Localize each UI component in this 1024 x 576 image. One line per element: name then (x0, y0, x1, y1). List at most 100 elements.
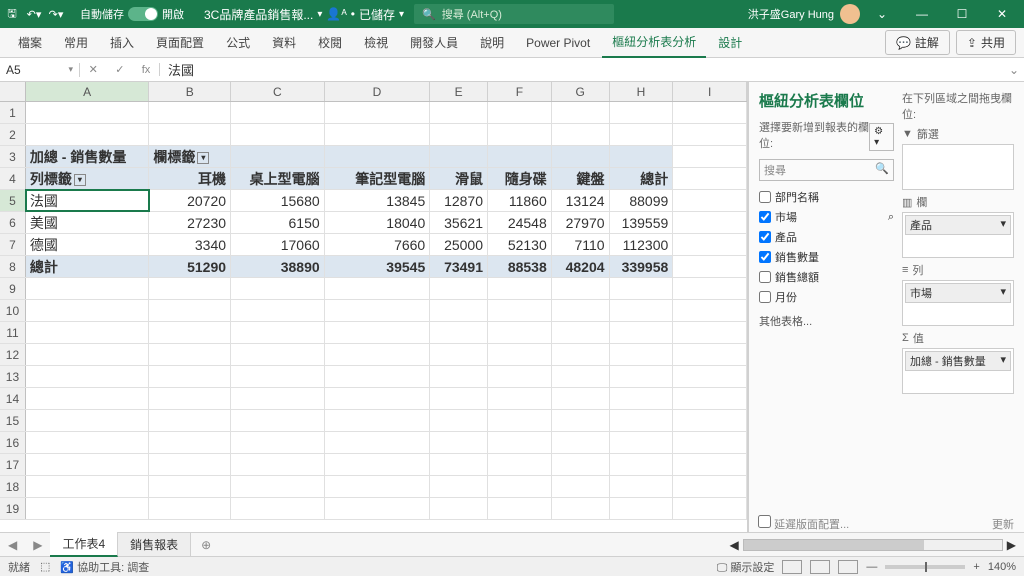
spreadsheet-grid[interactable]: 1 2 3 加總 - 銷售數量 欄標籤▾ 4 列標籤▾ 耳機 桌上型電腦 筆記型… (0, 102, 747, 520)
tab-file[interactable]: 檔案 (8, 28, 52, 57)
cell[interactable]: 88538 (488, 256, 552, 277)
cell[interactable]: 6150 (231, 212, 325, 233)
tab-layout[interactable]: 頁面配置 (146, 28, 214, 57)
other-tables-link[interactable]: 其他表格... (759, 313, 894, 329)
zone-chip[interactable]: 加總 - 銷售數量▾ (905, 351, 1011, 371)
cell[interactable]: 139559 (610, 212, 674, 233)
autosave-toggle[interactable]: 自動儲存 開啟 (80, 6, 184, 22)
cell[interactable]: 加總 - 銷售數量 (26, 146, 149, 167)
col-header[interactable]: A (26, 82, 150, 101)
cell[interactable]: 52130 (488, 234, 552, 255)
tab-pivot-analyze[interactable]: 樞紐分析表分析 (602, 27, 706, 58)
page-layout-view-icon[interactable] (810, 560, 830, 574)
document-name[interactable]: 3C品牌產品銷售報... ▾ 👤ᴬ • 已儲存 ▾ (204, 6, 404, 23)
cell[interactable]: 鍵盤 (552, 168, 610, 189)
cell[interactable]: 總計 (610, 168, 674, 189)
col-header[interactable]: B (149, 82, 231, 101)
select-all-corner[interactable] (0, 82, 26, 101)
tab-view[interactable]: 檢視 (354, 28, 398, 57)
macro-record-icon[interactable]: ⬚ (40, 560, 50, 573)
values-zone[interactable]: 加總 - 銷售數量▾ (902, 348, 1014, 394)
pivot-field-item[interactable]: 銷售總額 (759, 267, 894, 287)
cell[interactable]: 滑鼠 (430, 168, 488, 189)
pivot-field-item[interactable]: 月份 (759, 287, 894, 307)
row-header[interactable]: 1 (0, 102, 26, 123)
sheet-tab-active[interactable]: 工作表4 (50, 532, 118, 557)
undo-icon[interactable]: ↶▾ (26, 6, 42, 22)
cell[interactable]: 耳機 (149, 168, 231, 189)
cell[interactable]: 15680 (231, 190, 325, 211)
row-header[interactable]: 8 (0, 256, 26, 277)
cell[interactable]: 欄標籤▾ (149, 146, 231, 167)
cell[interactable]: 18040 (325, 212, 431, 233)
row-header[interactable]: 2 (0, 124, 26, 145)
cell[interactable]: 13845 (325, 190, 431, 211)
gear-icon[interactable]: ⚙ ▾ (869, 123, 894, 151)
defer-layout-checkbox[interactable]: 延遲版面配置... (758, 515, 849, 532)
col-header[interactable]: F (488, 82, 552, 101)
cell[interactable]: 39545 (325, 256, 431, 277)
column-labels-dropdown-icon[interactable]: ▾ (197, 152, 209, 164)
tab-insert[interactable]: 插入 (100, 28, 144, 57)
cell[interactable]: 13124 (552, 190, 610, 211)
fx-icon[interactable]: fx (142, 64, 151, 76)
cell[interactable]: 11860 (488, 190, 552, 211)
col-header[interactable]: H (610, 82, 674, 101)
cell-selected[interactable]: 法國 (26, 190, 149, 211)
zoom-in-icon[interactable]: + (973, 561, 979, 573)
cell[interactable]: 桌上型電腦 (231, 168, 325, 189)
tab-review[interactable]: 校閱 (308, 28, 352, 57)
sheet-nav-next-icon[interactable]: ▶ (25, 538, 50, 552)
cell[interactable]: 51290 (149, 256, 231, 277)
zoom-slider[interactable] (885, 565, 965, 569)
cancel-icon[interactable]: ✕ (89, 63, 98, 76)
cell[interactable]: 27970 (552, 212, 610, 233)
col-header[interactable]: E (430, 82, 488, 101)
cell[interactable]: 隨身碟 (488, 168, 552, 189)
tab-data[interactable]: 資料 (262, 28, 306, 57)
tab-help[interactable]: 說明 (470, 28, 514, 57)
tab-design[interactable]: 設計 (708, 28, 752, 57)
horizontal-scrollbar[interactable] (743, 539, 1003, 551)
pivot-field-item[interactable]: 部門名稱 (759, 187, 894, 207)
cell[interactable]: 48204 (552, 256, 610, 277)
cell[interactable]: 112300 (610, 234, 674, 255)
cell[interactable]: 7110 (552, 234, 610, 255)
cell[interactable]: 總計 (26, 256, 149, 277)
sheet-nav-prev-icon[interactable]: ◀ (0, 538, 25, 552)
toggle-switch[interactable] (128, 7, 158, 21)
pivot-field-item[interactable]: 銷售數量 (759, 247, 894, 267)
col-header[interactable]: G (552, 82, 610, 101)
cell[interactable]: 17060 (231, 234, 325, 255)
tab-home[interactable]: 常用 (54, 28, 98, 57)
formula-input[interactable]: 法國 (160, 60, 1004, 79)
zoom-level[interactable]: 140% (988, 561, 1016, 573)
columns-zone[interactable]: 產品▾ (902, 212, 1014, 258)
col-header[interactable]: D (325, 82, 431, 101)
cell[interactable]: 20720 (149, 190, 231, 211)
rows-zone[interactable]: 市場▾ (902, 280, 1014, 326)
comments-button[interactable]: 💬註解 (885, 30, 950, 55)
zone-chip[interactable]: 產品▾ (905, 215, 1011, 235)
row-header[interactable]: 4 (0, 168, 26, 189)
normal-view-icon[interactable] (782, 560, 802, 574)
cell[interactable]: 筆記型電腦 (325, 168, 431, 189)
cell[interactable]: 美國 (26, 212, 149, 233)
display-settings-button[interactable]: 🖵 顯示設定 (717, 559, 775, 575)
row-header[interactable]: 7 (0, 234, 26, 255)
cell[interactable]: 7660 (325, 234, 431, 255)
search-box[interactable]: 🔍 搜尋 (Alt+Q) (414, 4, 614, 24)
cell[interactable]: 德國 (26, 234, 149, 255)
row-header[interactable]: 5 (0, 190, 26, 211)
col-header[interactable]: I (673, 82, 747, 101)
save-icon[interactable]: 🖫 (4, 6, 20, 22)
enter-icon[interactable]: ✓ (115, 63, 124, 76)
scroll-right-icon[interactable]: ▶ (1007, 538, 1016, 552)
zoom-out-icon[interactable]: — (866, 561, 877, 573)
add-sheet-icon[interactable]: ⊕ (191, 538, 221, 552)
zone-chip[interactable]: 市場▾ (905, 283, 1011, 303)
expand-formula-icon[interactable]: ⌄ (1004, 63, 1024, 77)
filter-zone[interactable] (902, 144, 1014, 190)
row-header[interactable]: 3 (0, 146, 26, 167)
cell[interactable]: 73491 (430, 256, 488, 277)
